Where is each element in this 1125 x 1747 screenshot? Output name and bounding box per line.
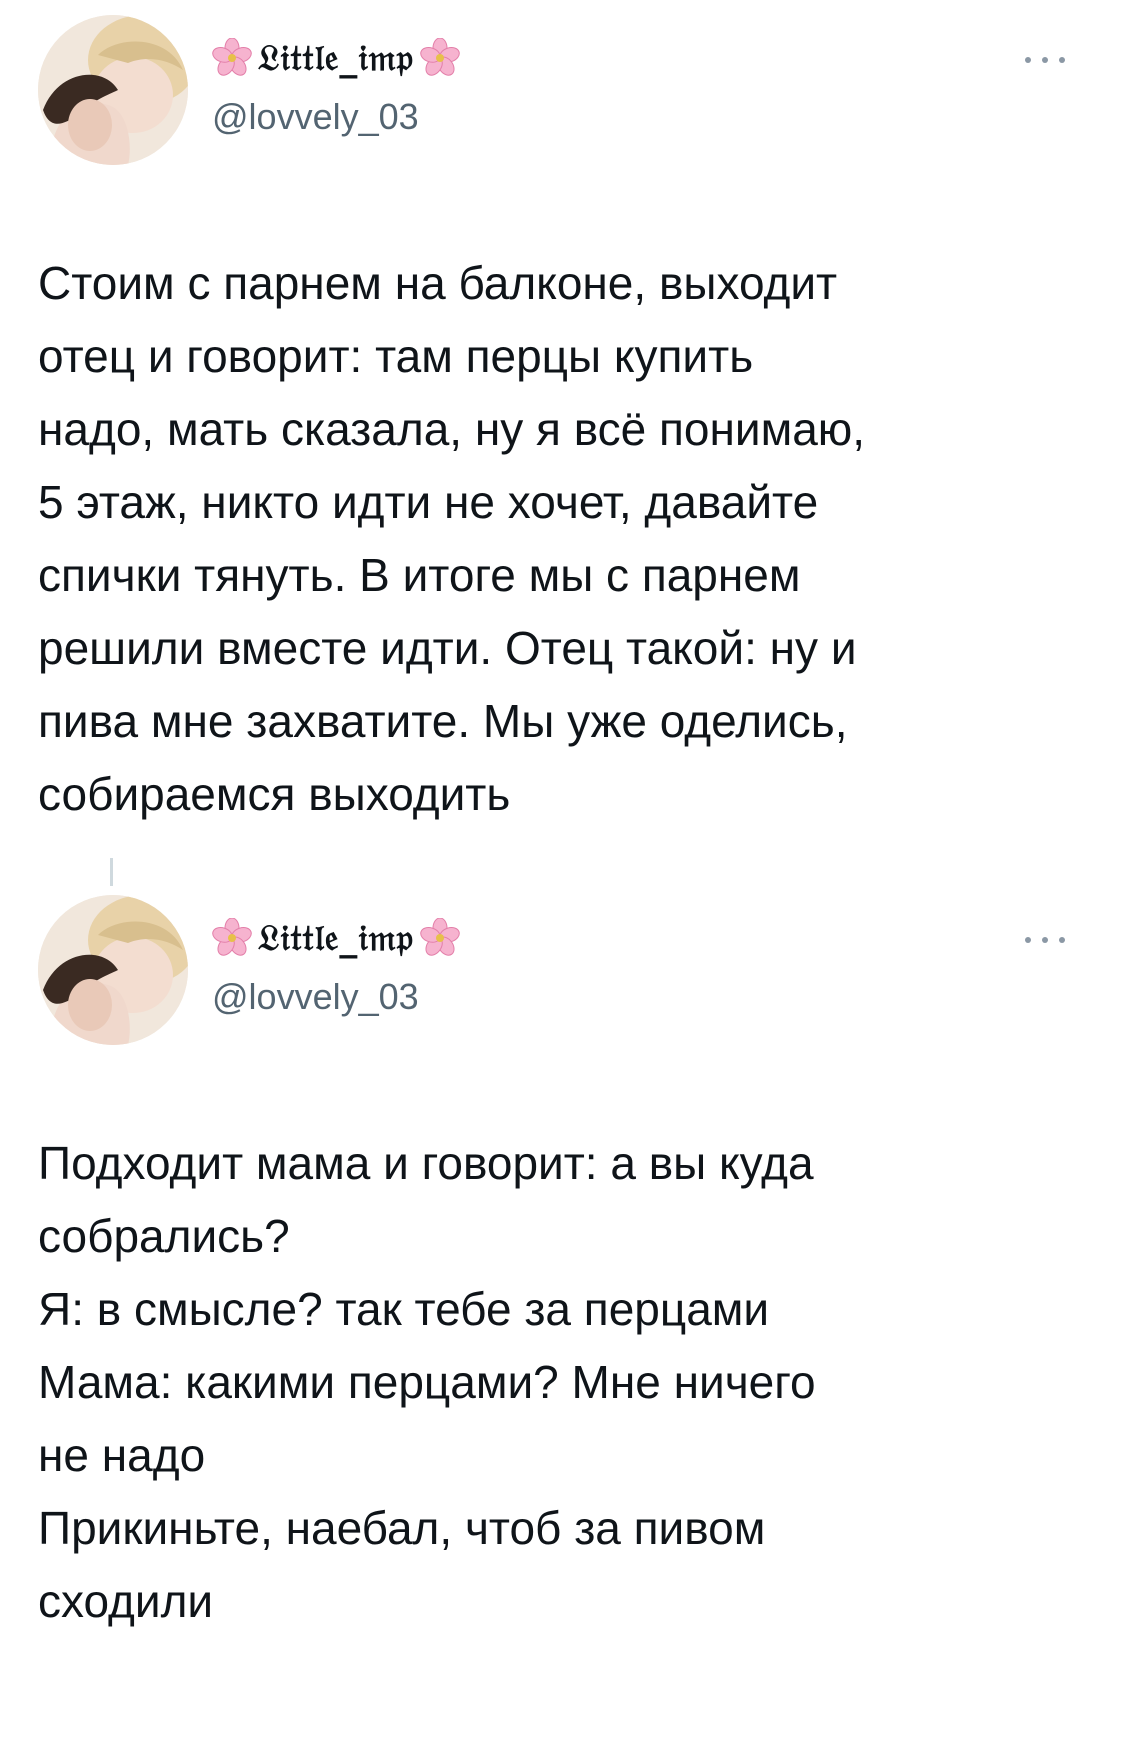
name-row: 𝔏𝔦𝔱𝔱𝔩𝔢_𝔦𝔪𝔭	[212, 34, 460, 82]
tweet-text: Подходит мама и говорит: а вы куда собра…	[38, 1137, 816, 1627]
dot	[1059, 937, 1065, 943]
tweet-text: Стоим с парнем на балконе, выходит отец …	[38, 257, 866, 820]
dot	[1059, 57, 1065, 63]
more-dots-icon[interactable]	[1025, 54, 1065, 66]
display-name[interactable]: 𝔏𝔦𝔱𝔱𝔩𝔢_𝔦𝔪𝔭	[258, 37, 414, 80]
thread-connector	[110, 858, 113, 886]
profile-photo-icon	[38, 895, 188, 1045]
dot	[1042, 937, 1048, 943]
dot	[1025, 937, 1031, 943]
cherry-blossom-icon	[420, 38, 460, 76]
handle[interactable]: @lovvely_03	[212, 96, 419, 138]
cherry-blossom-icon	[212, 918, 252, 956]
more-dots-icon[interactable]	[1025, 934, 1065, 946]
dot	[1042, 57, 1048, 63]
name-row: 𝔏𝔦𝔱𝔱𝔩𝔢_𝔦𝔪𝔭	[212, 914, 460, 962]
cherry-blossom-icon	[420, 918, 460, 956]
avatar[interactable]	[38, 895, 188, 1045]
cherry-blossom-icon	[212, 38, 252, 76]
profile-photo-icon	[38, 15, 188, 165]
avatar[interactable]	[38, 15, 188, 165]
handle[interactable]: @lovvely_03	[212, 976, 419, 1018]
dot	[1025, 57, 1031, 63]
display-name[interactable]: 𝔏𝔦𝔱𝔱𝔩𝔢_𝔦𝔪𝔭	[258, 917, 414, 960]
